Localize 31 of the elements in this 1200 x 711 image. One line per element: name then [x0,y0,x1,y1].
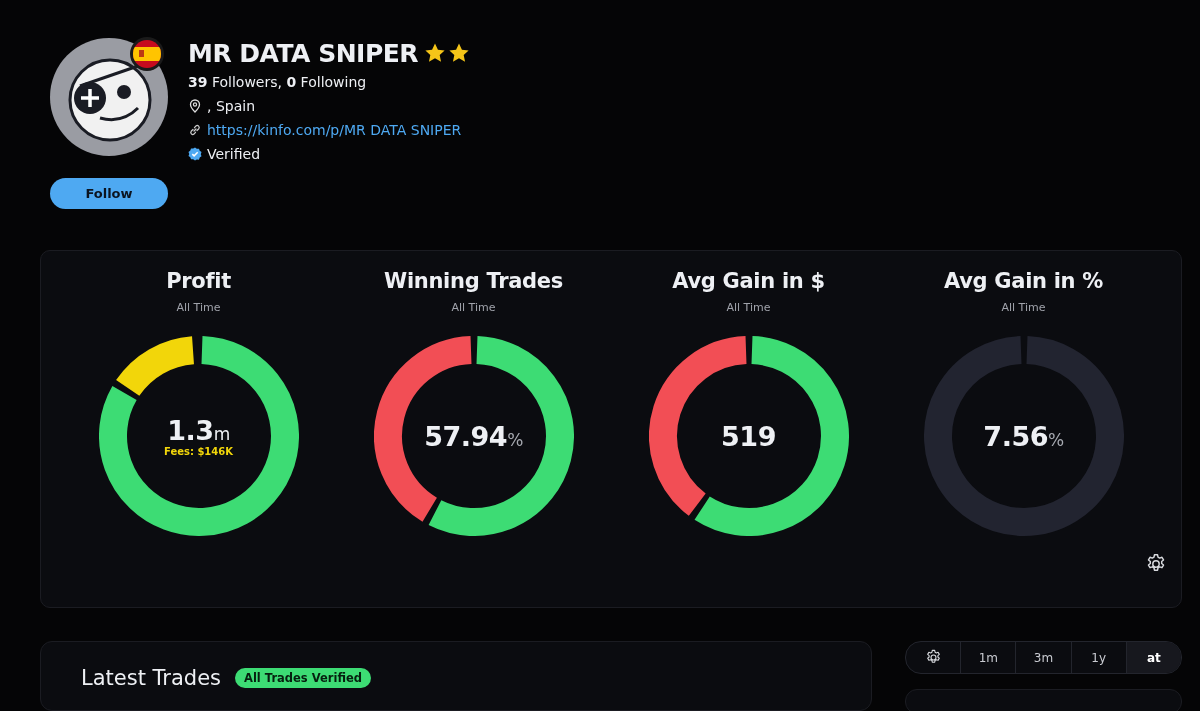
follow-button[interactable]: Follow [50,178,168,209]
stat-value: 7.56% [983,420,1064,452]
stat-title: Winning Trades [384,269,563,295]
period-label: All Time [726,301,771,314]
stat-title: Avg Gain in $ [672,269,825,295]
range-tab[interactable]: 1m [960,642,1016,673]
verified-badge-icon [188,147,202,161]
verified-badge: All Trades Verified [235,668,371,688]
range-tab[interactable]: at [1125,642,1181,673]
star-icon [424,42,447,64]
profile-name: MR DATA SNIPER [188,38,419,68]
section-title: Latest Trades [81,666,221,690]
range-tab[interactable]: 1y [1070,642,1126,673]
period-label: All Time [451,301,496,314]
star-icon [448,42,471,64]
stat-value: 1.3m [167,415,230,446]
fees-note: Fees: $146K [164,446,233,457]
profile-link[interactable]: https://kinfo.com/p/MR DATA SNIPER [207,122,462,138]
link-icon [188,123,202,137]
period-label: All Time [1001,301,1046,314]
period-label: All Time [176,301,221,314]
stat-title: Profit [166,269,231,295]
stat-value: 57.94% [424,420,523,452]
flag-icon [130,37,164,71]
stat-value: 519 [721,420,776,452]
follower-counts: 39 Followers, 0 Following [188,74,367,90]
verified-label: Verified [207,146,261,162]
stat-title: Avg Gain in % [944,269,1103,295]
location-pin-icon [188,99,202,113]
range-tab[interactable]: 3m [1015,642,1071,673]
location-text: , Spain [207,98,255,114]
